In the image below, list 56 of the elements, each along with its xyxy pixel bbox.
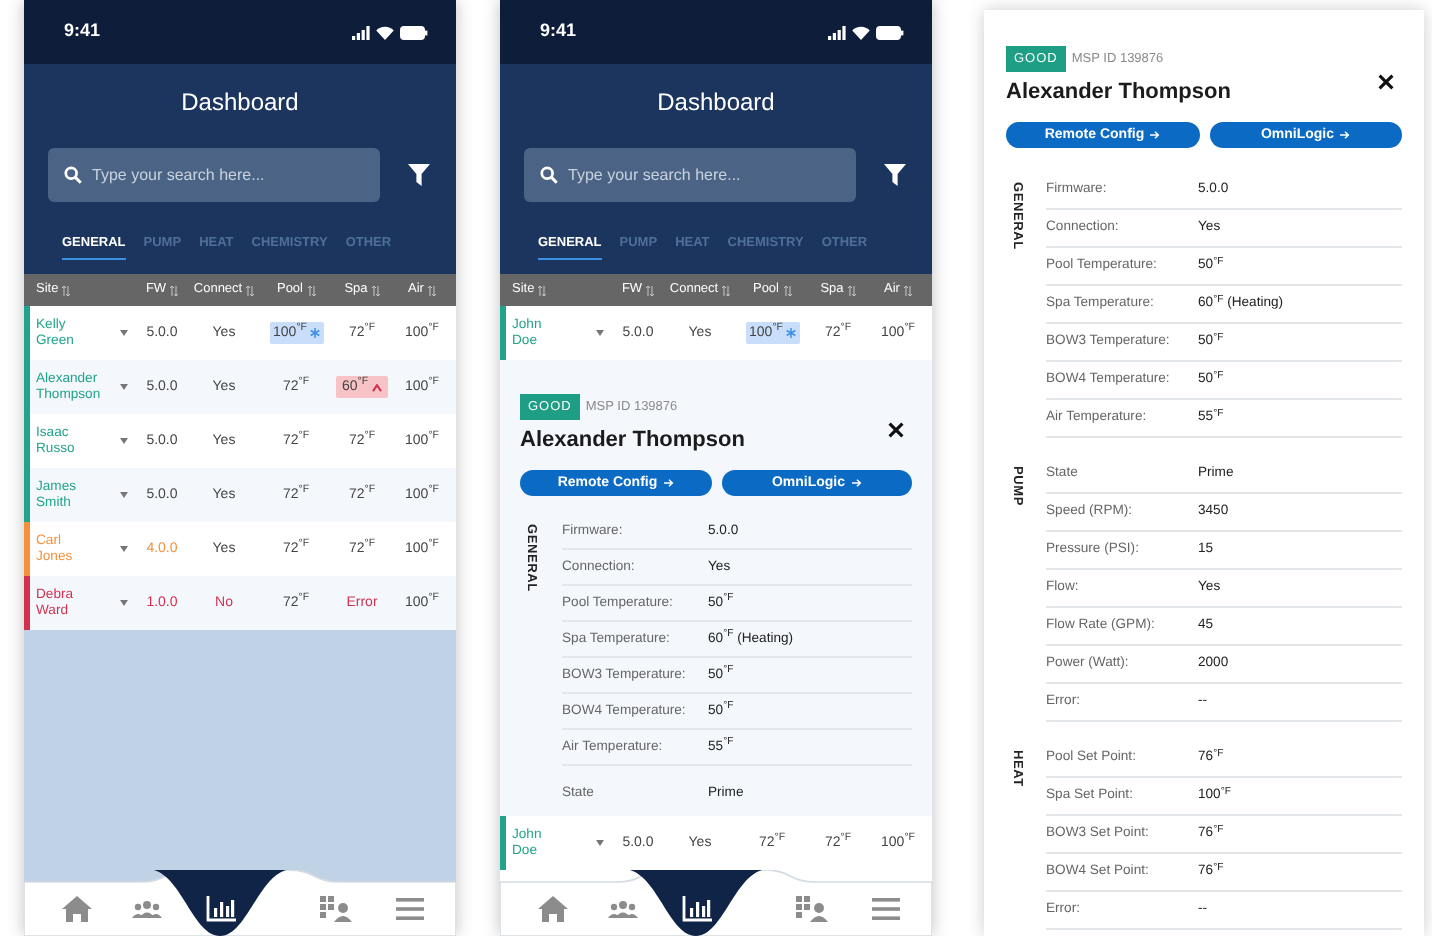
caret-icon[interactable] <box>120 438 128 444</box>
caret-icon[interactable] <box>120 546 128 552</box>
battery-icon <box>876 25 904 39</box>
caret-icon[interactable] <box>120 492 128 498</box>
screen-title: Dashboard <box>657 86 775 120</box>
search-icon <box>540 166 558 184</box>
caret-icon[interactable] <box>120 384 128 390</box>
sort-icon[interactable] <box>722 285 731 295</box>
arrow-icon <box>851 478 862 489</box>
sort-icon[interactable] <box>783 285 791 295</box>
people-icon[interactable] <box>131 900 161 918</box>
arrow-icon <box>1150 130 1161 141</box>
people-icon[interactable] <box>607 900 637 918</box>
sort-icon[interactable] <box>903 285 912 295</box>
signal-icon <box>828 25 846 39</box>
wifi-icon <box>852 25 870 39</box>
close-icon[interactable] <box>1378 74 1394 90</box>
search-field[interactable]: Type your search here... <box>48 148 380 202</box>
filter-icon[interactable] <box>884 164 906 186</box>
snowflake-icon <box>785 328 795 338</box>
filter-icon[interactable] <box>408 164 430 186</box>
bar-chart-icon[interactable] <box>205 896 235 922</box>
menu-icon[interactable] <box>396 898 424 920</box>
bar-chart-icon[interactable] <box>681 896 711 922</box>
grid-person-icon[interactable] <box>796 896 828 922</box>
arrow-icon <box>663 478 674 489</box>
snowflake-icon <box>309 328 319 338</box>
wifi-icon <box>376 25 394 39</box>
home-icon[interactable] <box>537 896 567 922</box>
customer-name: Alexander Thompson <box>520 425 745 456</box>
grid-person-icon[interactable] <box>320 896 352 922</box>
battery-icon <box>400 25 428 39</box>
caret-icon[interactable] <box>596 330 604 336</box>
signal-icon <box>352 25 370 39</box>
clock-time: 9:41 <box>64 18 101 45</box>
menu-icon[interactable] <box>872 898 900 920</box>
arrow-icon <box>1340 130 1351 141</box>
sort-icon[interactable] <box>307 285 315 295</box>
home-icon[interactable] <box>61 896 91 922</box>
caret-icon[interactable] <box>596 840 604 846</box>
screen-title: Dashboard <box>181 86 299 120</box>
search-icon <box>64 166 82 184</box>
sort-icon[interactable] <box>246 285 255 295</box>
sort-icon[interactable] <box>427 285 436 295</box>
sort-icon[interactable] <box>170 285 179 295</box>
clock-time: 9:41 <box>540 18 577 45</box>
caret-icon[interactable] <box>120 600 128 606</box>
sort-icon[interactable] <box>371 285 380 295</box>
customer-name: Alexander Thompson <box>1006 77 1231 108</box>
sort-icon[interactable] <box>847 285 856 295</box>
sort-icon[interactable] <box>538 285 547 295</box>
sort-icon[interactable] <box>646 285 655 295</box>
caret-icon[interactable] <box>120 330 128 336</box>
search-field[interactable]: Type your search here... <box>524 148 856 202</box>
sort-icon[interactable] <box>62 285 71 295</box>
close-icon[interactable] <box>888 422 904 438</box>
